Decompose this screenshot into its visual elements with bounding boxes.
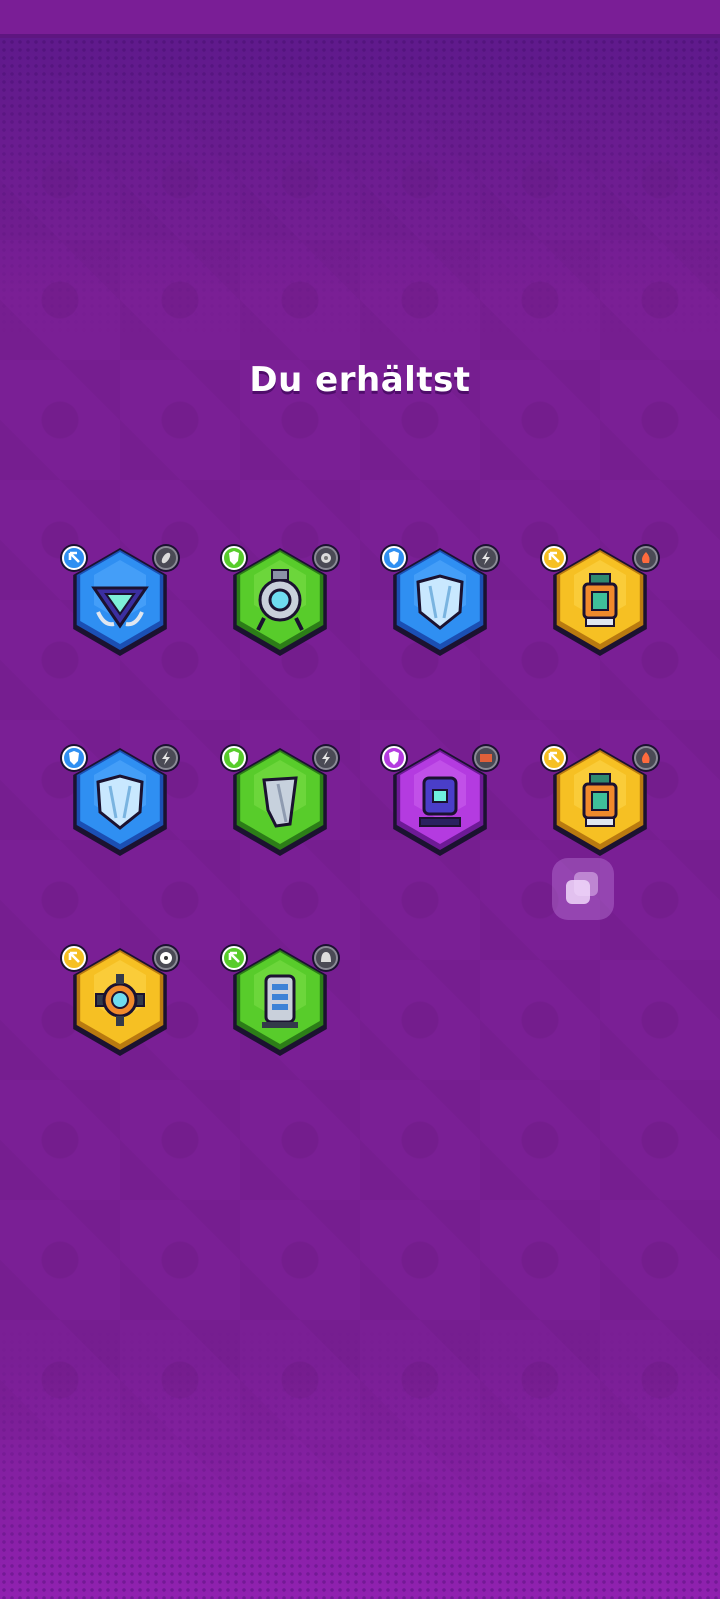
bolt-tag-icon — [152, 744, 180, 772]
robot-head-icon — [419, 776, 461, 827]
reward-item[interactable] — [220, 540, 340, 660]
top-bar — [0, 0, 720, 38]
bolt-tag-icon — [472, 544, 500, 572]
reward-item[interactable] — [60, 540, 180, 660]
arrow-rarity-icon — [60, 544, 88, 572]
fire-tag-icon — [632, 544, 660, 572]
brick-tag-icon — [472, 744, 500, 772]
arrow-rarity-icon — [540, 744, 568, 772]
gear-tag-icon — [312, 544, 340, 572]
shield-rarity-icon — [380, 544, 408, 572]
arrow-rarity-icon — [60, 944, 88, 972]
bell-tag-icon — [312, 944, 340, 972]
reward-item[interactable] — [220, 940, 340, 1060]
reward-title: Du erhältst — [249, 360, 471, 400]
battery-pillar-icon — [262, 974, 298, 1028]
fire-tag-icon — [632, 744, 660, 772]
reward-item[interactable] — [60, 740, 180, 860]
grenade-tag-icon — [152, 544, 180, 572]
top-dot-pattern — [0, 38, 720, 338]
bottom-dot-pattern — [0, 1330, 720, 1599]
reward-item[interactable] — [380, 540, 500, 660]
reward-item[interactable] — [60, 940, 180, 1060]
reward-item[interactable] — [540, 740, 660, 860]
shield-rarity-icon — [220, 544, 248, 572]
shield-rarity-icon — [380, 744, 408, 772]
ball-tag-icon — [152, 944, 180, 972]
arrow-rarity-icon — [540, 544, 568, 572]
copy-stack-icon[interactable] — [552, 858, 614, 920]
reward-item[interactable] — [540, 540, 660, 660]
bolt-tag-icon — [312, 744, 340, 772]
reward-item[interactable] — [380, 740, 500, 860]
copy-stack-front — [566, 880, 590, 904]
shield-rarity-icon — [220, 744, 248, 772]
arrow-rarity-icon — [220, 944, 248, 972]
reward-item[interactable] — [220, 740, 340, 860]
shield-rarity-icon — [60, 744, 88, 772]
